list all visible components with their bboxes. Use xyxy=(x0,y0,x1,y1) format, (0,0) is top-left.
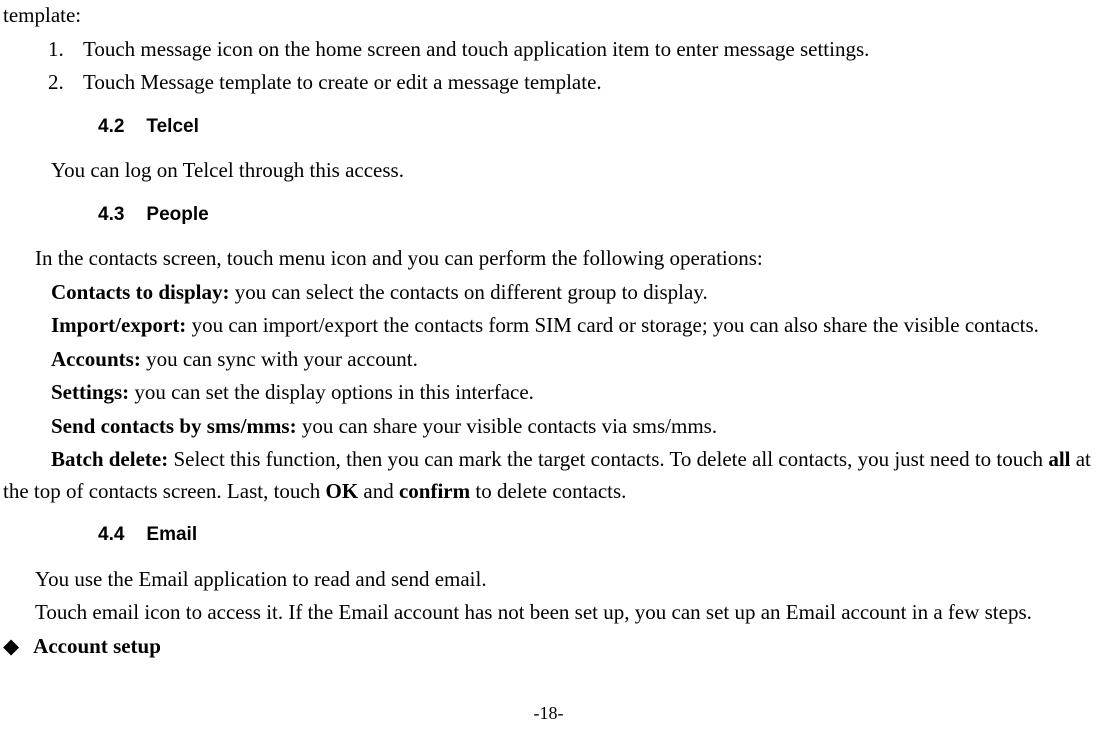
people-operation: Contacts to display: you can select the … xyxy=(3,277,1094,309)
people-operation: Settings: you can set the display option… xyxy=(3,377,1094,409)
section-heading-people: 4.3 People xyxy=(98,201,1094,230)
section-heading-email: 4.4 Email xyxy=(98,521,1094,550)
op-text: you can share your visible contacts via … xyxy=(297,414,718,438)
people-operation: Send contacts by sms/mms: you can share … xyxy=(3,411,1094,443)
ordered-list: 1. Touch message icon on the home screen… xyxy=(43,34,1094,99)
op-bold: all xyxy=(1048,447,1070,471)
list-number: 2. xyxy=(43,67,83,99)
section-title: Telcel xyxy=(146,116,198,137)
people-operation: Accounts: you can sync with your account… xyxy=(3,344,1094,376)
list-item: 2. Touch Message template to create or e… xyxy=(43,67,1094,99)
section-heading-telcel: 4.2 Telcel xyxy=(98,113,1094,142)
op-text: and xyxy=(358,479,399,503)
op-text: you can sync with your account. xyxy=(141,347,418,371)
people-operation: Import/export: you can import/export the… xyxy=(3,310,1094,342)
list-text: Touch message icon on the home screen an… xyxy=(83,34,869,66)
section-title: People xyxy=(146,204,208,225)
section-number: 4.3 xyxy=(98,204,124,225)
section-number: 4.4 xyxy=(98,524,124,545)
email-para2: Touch email icon to access it. If the Em… xyxy=(3,597,1094,629)
op-label: Send contacts by sms/mms: xyxy=(51,414,297,438)
diamond-icon: ◆ xyxy=(3,631,19,663)
op-text: you can set the display options in this … xyxy=(129,380,534,404)
op-label: Contacts to display: xyxy=(51,280,230,304)
telcel-body: You can log on Telcel through this acces… xyxy=(3,155,1094,187)
people-intro: In the contacts screen, touch menu icon … xyxy=(3,243,1094,275)
page-content: template: 1. Touch message icon on the h… xyxy=(0,0,1097,662)
template-header: template: xyxy=(3,0,1094,32)
op-text: to delete contacts. xyxy=(470,479,626,503)
list-item: 1. Touch message icon on the home screen… xyxy=(43,34,1094,66)
email-para1: You use the Email application to read an… xyxy=(3,564,1094,596)
list-number: 1. xyxy=(43,34,83,66)
op-bold: OK xyxy=(325,479,358,503)
account-setup-label: Account setup xyxy=(33,631,161,663)
op-bold: confirm xyxy=(399,479,470,503)
op-label: Batch delete: xyxy=(51,447,168,471)
op-text: you can select the contacts on different… xyxy=(230,280,708,304)
list-text: Touch Message template to create or edit… xyxy=(83,67,602,99)
op-text: Select this function, then you can mark … xyxy=(168,447,1048,471)
op-label: Settings: xyxy=(51,380,129,404)
section-number: 4.2 xyxy=(98,116,124,137)
op-text: you can import/export the contacts form … xyxy=(186,313,1039,337)
page-number: -18- xyxy=(0,700,1097,727)
account-setup-item: ◆ Account setup xyxy=(3,631,1094,663)
op-label: Accounts: xyxy=(51,347,141,371)
op-label: Import/export: xyxy=(51,313,186,337)
people-operation: Batch delete: Select this function, then… xyxy=(3,444,1094,507)
section-title: Email xyxy=(146,524,197,545)
